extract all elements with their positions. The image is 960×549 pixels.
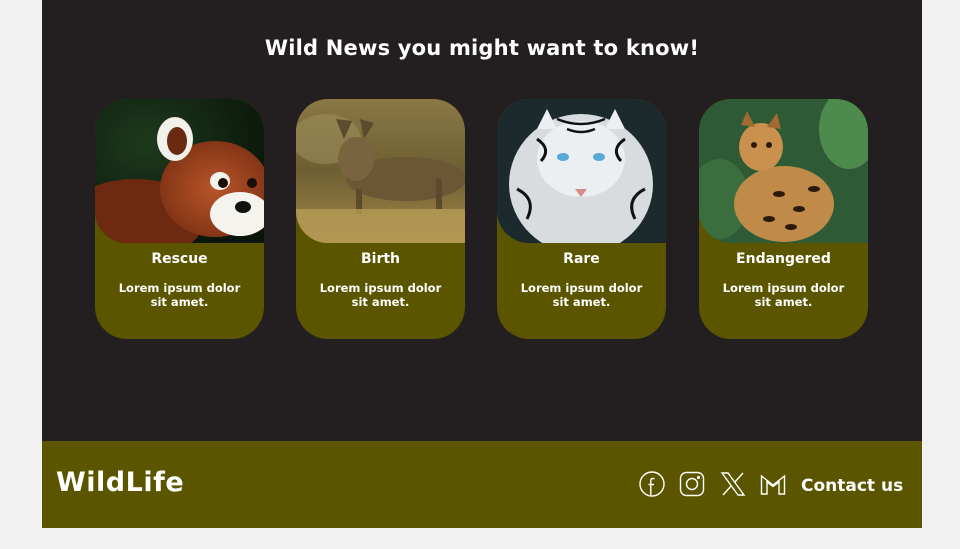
news-title: Wild News you might want to know! [264,36,700,60]
card-title: Birth [360,251,401,267]
news-card-endangered[interactable]: Endangered Lorem ipsum dolor sit amet. [699,99,868,339]
ocelot-image [699,99,868,243]
card-text: Lorem ipsum dolor sit amet. [118,281,241,309]
red-panda-image [95,99,264,243]
news-card-rescue[interactable]: Rescue Lorem ipsum dolor sit amet. [95,99,264,339]
card-title: Endangered [736,251,831,267]
brand-logo[interactable]: WildLife [56,467,184,498]
news-section: Wild News you might want to know! Rescue… [42,0,922,441]
card-title: Rare [563,251,600,267]
x-icon[interactable] [719,470,747,498]
serval-kitten-image [296,99,465,243]
facebook-icon[interactable] [638,470,666,498]
footer: WildLife Contact us [42,441,922,528]
card-text: Lorem ipsum dolor sit amet. [319,281,442,309]
white-tiger-image [497,99,666,243]
news-card-rare[interactable]: Rare Lorem ipsum dolor sit amet. [497,99,666,339]
news-card-birth[interactable]: Birth Lorem ipsum dolor sit amet. [296,99,465,339]
page: Wild News you might want to know! Rescue… [42,0,922,528]
gmail-icon[interactable] [759,470,787,498]
instagram-icon[interactable] [678,470,706,498]
card-title: Rescue [151,251,208,267]
card-text: Lorem ipsum dolor sit amet. [520,281,643,309]
contact-us-link[interactable]: Contact us [801,476,903,496]
card-text: Lorem ipsum dolor sit amet. [722,281,845,309]
